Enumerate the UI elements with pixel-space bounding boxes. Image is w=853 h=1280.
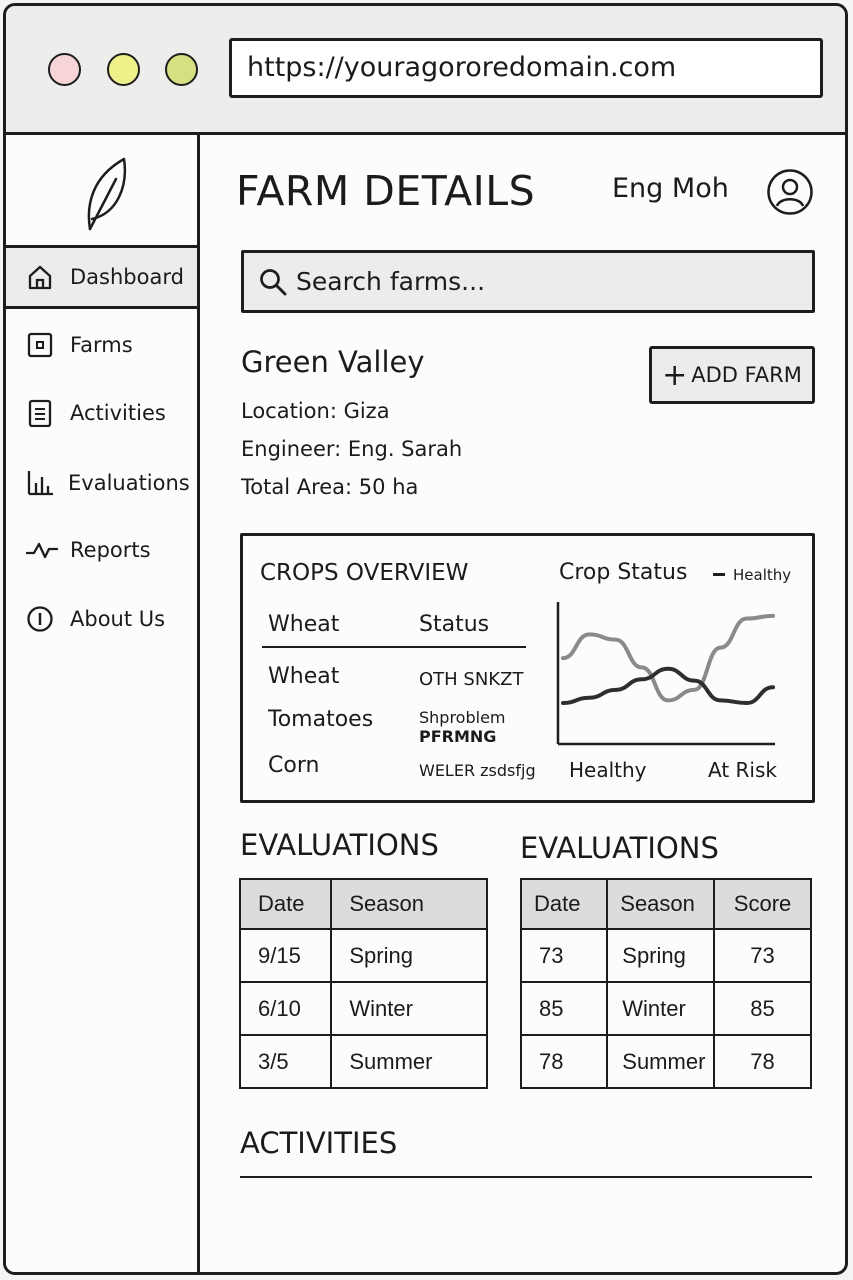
evaluations-title-right: EVALUATIONS [520, 831, 719, 865]
search-placeholder: Search farms... [296, 267, 486, 296]
column-header-date[interactable]: Date [238, 878, 333, 930]
table-row[interactable]: 73 Spring 73 [519, 928, 812, 983]
activities-divider [240, 1176, 812, 1178]
evaluations-title-left: EVALUATIONS [240, 828, 439, 862]
crops-overview-panel: CROPS OVERVIEW Wheat Status Wheat OTH SN… [240, 533, 815, 803]
crop-status-line: OTH SNKZT [419, 669, 524, 690]
crops-header-status: Status [419, 612, 490, 637]
crop-row-name: Corn [268, 753, 320, 778]
table-cell: Winter [606, 981, 716, 1036]
home-icon [28, 265, 52, 290]
info-icon [27, 606, 53, 632]
crop-status-line: Shproblem [419, 708, 506, 727]
table-cell: 9/15 [238, 928, 333, 983]
crop-row-status: OTH SNKZT [419, 670, 549, 689]
sidebar-item-label: Evaluations [68, 471, 190, 495]
table-cell: 73 [519, 928, 609, 983]
table-row[interactable]: 3/5 Summer [238, 1034, 488, 1089]
table-cell: Spring [606, 928, 716, 983]
table-cell: 78 [519, 1034, 609, 1089]
crop-row-name: Tomatoes [268, 707, 374, 732]
chart-title: Crop Status [559, 560, 688, 585]
evaluations-table-right: Date Season Score 73 Spring 73 85 Winter… [519, 878, 812, 1089]
legend-label: Healthy [733, 566, 792, 584]
farm-location: Location: Giza [241, 399, 390, 423]
close-dot[interactable] [48, 53, 81, 86]
table-cell: 6/10 [238, 981, 333, 1036]
table-cell: Summer [330, 1034, 488, 1089]
sidebar-item-activities[interactable]: Activities [6, 381, 197, 445]
table-row[interactable]: 85 Winter 85 [519, 981, 812, 1036]
search-input[interactable]: Search farms... [241, 250, 815, 313]
bar-chart-icon [27, 471, 53, 496]
user-name[interactable]: Eng Moh [612, 173, 729, 204]
column-header-date[interactable]: Date [519, 878, 609, 930]
leaf-icon[interactable] [82, 155, 130, 233]
table-cell: Summer [606, 1034, 716, 1089]
table-cell: Winter [330, 981, 488, 1036]
chart-legend: Healthy [713, 566, 791, 584]
main-content: FARM DETAILS Eng Moh Search farms... Gre… [200, 135, 845, 1272]
browser-titlebar: https://youragororedomain.com [6, 6, 845, 135]
farm-name: Green Valley [241, 345, 425, 379]
add-farm-button[interactable]: + ADD FARM [649, 346, 815, 404]
sidebar-item-evaluations[interactable]: Evaluations [6, 451, 197, 515]
activities-title: ACTIVITIES [240, 1126, 398, 1160]
chart-x-tick-label: Healthy [569, 758, 647, 782]
chart-series-line-2 [561, 666, 775, 706]
evaluations-table-left: Date Season 9/15 Spring 6/10 Winter 3/5 … [238, 878, 488, 1089]
farm-engineer: Engineer: Eng. Sarah [241, 437, 463, 461]
crop-row-status: Shproblem PFRMNG [419, 708, 549, 746]
crop-row-status: WELER zsdsfjg [419, 761, 549, 780]
page-title: FARM DETAILS [236, 167, 536, 215]
minimize-dot[interactable] [107, 53, 140, 86]
sidebar-item-label: About Us [70, 607, 166, 631]
column-header-score[interactable]: Score [713, 878, 812, 930]
chart-x-tick-label: At Risk [708, 758, 777, 782]
sidebar-item-dashboard[interactable]: Dashboard [6, 245, 197, 309]
sidebar-item-about-us[interactable]: About Us [6, 587, 197, 651]
table-cell: 78 [713, 1034, 812, 1089]
table-header-row: Date Season [238, 878, 488, 930]
crops-overview-title: CROPS OVERVIEW [260, 560, 469, 586]
table-row[interactable]: 6/10 Winter [238, 981, 488, 1036]
crop-status-chart [556, 602, 775, 746]
sidebar-item-farms[interactable]: Farms [6, 313, 197, 377]
sidebar-item-label: Activities [70, 401, 166, 425]
sidebar-item-label: Dashboard [70, 265, 184, 289]
document-icon [28, 399, 52, 427]
table-cell: Spring [330, 928, 488, 983]
sidebar: Dashboard Farms Activities Evaluations R… [6, 135, 200, 1272]
crops-header-name: Wheat [268, 612, 340, 637]
search-icon [260, 269, 287, 296]
table-cell: 3/5 [238, 1034, 333, 1089]
plus-icon: + [662, 358, 688, 393]
url-bar[interactable]: https://youragororedomain.com [229, 38, 823, 98]
crop-status-line: WELER zsdsfjg [419, 761, 536, 780]
farm-icon [27, 332, 53, 358]
add-farm-label: ADD FARM [691, 363, 802, 387]
table-cell: 85 [519, 981, 609, 1036]
sidebar-item-reports[interactable]: Reports [6, 518, 197, 582]
column-header-season[interactable]: Season [606, 878, 716, 930]
table-cell: 85 [713, 981, 812, 1036]
table-row[interactable]: 9/15 Spring [238, 928, 488, 983]
crops-header-divider [262, 646, 526, 648]
table-row[interactable]: 78 Summer 78 [519, 1034, 812, 1089]
table-cell: 73 [713, 928, 812, 983]
sidebar-item-label: Farms [70, 333, 133, 357]
zoom-dot[interactable] [165, 53, 198, 86]
crop-row-name: Wheat [268, 664, 340, 689]
table-header-row: Date Season Score [519, 878, 812, 930]
chart-series-line-1 [561, 613, 775, 703]
sidebar-item-label: Reports [70, 538, 151, 562]
crop-status-line: PFRMNG [419, 727, 497, 746]
browser-window: https://youragororedomain.com Dashboard … [3, 3, 848, 1275]
user-avatar-icon[interactable] [766, 168, 814, 216]
farm-total-area: Total Area: 50 ha [241, 475, 419, 499]
legend-swatch [713, 573, 725, 576]
column-header-season[interactable]: Season [330, 878, 488, 930]
pulse-icon [26, 542, 58, 559]
